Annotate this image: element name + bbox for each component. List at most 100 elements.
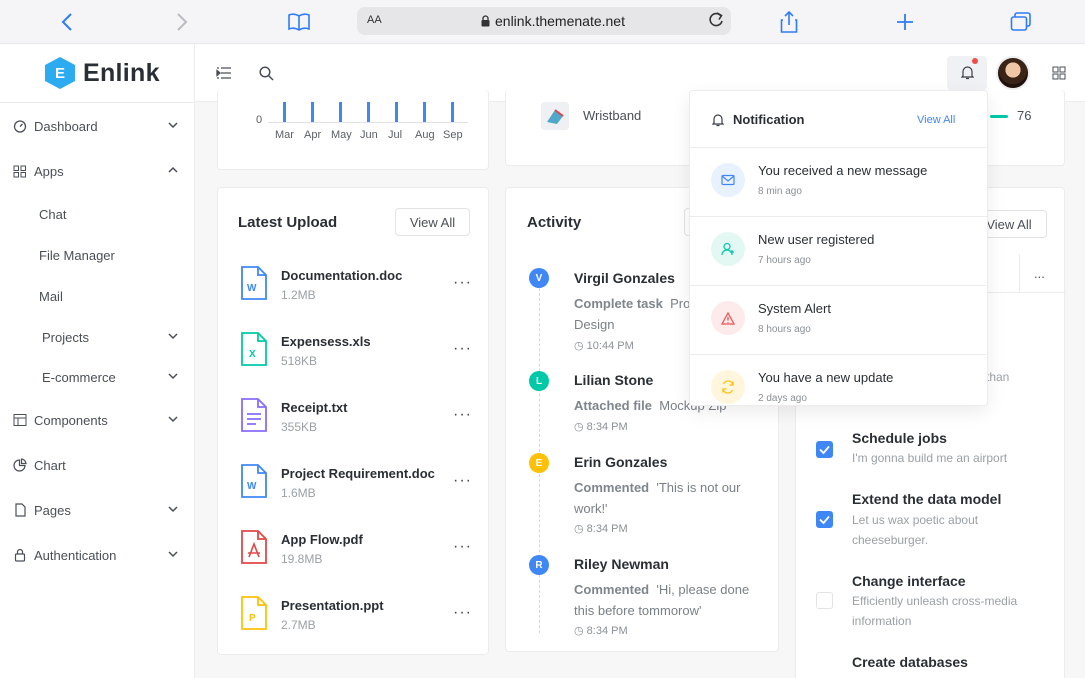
file-size: 1.2MB bbox=[281, 288, 316, 302]
activity-time: ◷ 8:34 PM bbox=[574, 625, 628, 637]
text-size-button[interactable]: AA bbox=[367, 14, 382, 26]
sidebar-item-label: Mail bbox=[39, 288, 63, 304]
task-title: Schedule jobs bbox=[852, 430, 947, 446]
file-name: App Flow.pdf bbox=[281, 532, 363, 547]
latest-upload-card: Latest Upload View All W Documentation.d… bbox=[217, 187, 489, 655]
search-icon[interactable] bbox=[257, 64, 275, 82]
tab-divider bbox=[1019, 254, 1020, 292]
x-axis-tick: Sep bbox=[443, 129, 463, 141]
activity-detail-line2: Design bbox=[574, 317, 615, 332]
task-title: Create databases bbox=[852, 654, 968, 670]
lock-icon bbox=[481, 14, 490, 32]
activity-detail-line2: this before tommorow' bbox=[574, 603, 702, 618]
time-value: 8:34 PM bbox=[586, 523, 628, 535]
excel-file-icon: X bbox=[241, 332, 267, 366]
notification-time: 8 min ago bbox=[758, 186, 802, 197]
file-row[interactable]: X Expensess.xls 518KB ··· bbox=[218, 332, 488, 382]
sidebar-item-file-manager[interactable]: File Manager bbox=[0, 240, 195, 270]
forward-icon[interactable] bbox=[170, 10, 194, 34]
sidebar-item-label: Pages bbox=[34, 502, 71, 518]
task-checkbox[interactable] bbox=[816, 592, 833, 609]
notification-item[interactable]: System Alert 8 hours ago bbox=[690, 286, 987, 355]
sidebar-item-pages[interactable]: Pages bbox=[0, 495, 195, 525]
reload-icon[interactable] bbox=[707, 11, 725, 34]
x-axis-tick: Jul bbox=[388, 129, 403, 141]
activity-detail: 'Hi, please done bbox=[656, 582, 750, 597]
address-bar[interactable]: AA enlink.themenate.net bbox=[357, 7, 731, 35]
file-row[interactable]: W Documentation.doc 1.2MB ··· bbox=[218, 266, 488, 316]
notification-item[interactable]: You received a new message 8 min ago bbox=[690, 148, 987, 217]
apps-grid-icon[interactable] bbox=[1051, 65, 1067, 81]
task-checkbox[interactable] bbox=[816, 511, 833, 528]
sidebar-item-label: Chart bbox=[34, 457, 66, 473]
notification-dot bbox=[972, 58, 978, 64]
product-name: Wristband bbox=[583, 108, 642, 123]
notification-item[interactable]: New user registered 7 hours ago bbox=[690, 217, 987, 286]
file-row[interactable]: W Project Requirement.doc 1.6MB ··· bbox=[218, 464, 488, 514]
menu-toggle-icon[interactable] bbox=[215, 64, 233, 82]
divider bbox=[0, 102, 195, 103]
time-value: 10:44 PM bbox=[586, 340, 634, 352]
x-axis-tick: Apr bbox=[304, 129, 322, 141]
logo-text: Enlink bbox=[83, 58, 160, 87]
notification-button[interactable] bbox=[947, 56, 987, 90]
notification-view-all-link[interactable]: View All bbox=[917, 114, 955, 126]
sidebar-item-mail[interactable]: Mail bbox=[0, 281, 195, 311]
more-options-icon[interactable]: ··· bbox=[453, 340, 472, 358]
bell-icon bbox=[712, 114, 724, 127]
notification-item[interactable]: You have a new update 2 days ago bbox=[690, 355, 987, 405]
back-icon[interactable] bbox=[55, 10, 79, 34]
chart-bar bbox=[423, 102, 426, 122]
activity-action: Complete task bbox=[574, 296, 663, 311]
file-name: Presentation.ppt bbox=[281, 598, 384, 613]
x-axis-tick: Mar bbox=[275, 129, 294, 141]
url-text: enlink.themenate.net bbox=[495, 13, 625, 29]
tabs-overview-icon[interactable] bbox=[1009, 10, 1033, 34]
more-options-icon[interactable]: ··· bbox=[453, 472, 472, 490]
chevron-down-icon bbox=[168, 122, 178, 129]
tasks-more-icon[interactable]: ... bbox=[1034, 266, 1045, 281]
view-all-button[interactable]: View All bbox=[395, 208, 470, 236]
logo[interactable]: E Enlink bbox=[45, 56, 160, 90]
sidebar-item-chat[interactable]: Chat bbox=[0, 199, 195, 229]
notification-time: 7 hours ago bbox=[758, 255, 811, 266]
activity-action: Commented bbox=[574, 582, 650, 597]
file-row[interactable]: P Presentation.ppt 2.7MB ··· bbox=[218, 596, 488, 646]
sidebar-item-dashboard[interactable]: Dashboard bbox=[0, 111, 195, 141]
sidebar-item-apps[interactable]: Apps bbox=[0, 156, 195, 186]
check-icon bbox=[819, 515, 830, 525]
more-options-icon[interactable]: ··· bbox=[453, 604, 472, 622]
sidebar-item-components[interactable]: Components bbox=[0, 405, 195, 435]
word-file-icon: W bbox=[241, 464, 267, 498]
sidebar-item-projects[interactable]: Projects bbox=[0, 322, 195, 352]
file-row[interactable]: App Flow.pdf 19.8MB ··· bbox=[218, 530, 488, 580]
more-options-icon[interactable]: ··· bbox=[453, 406, 472, 424]
sidebar-item-label: Apps bbox=[34, 163, 64, 179]
share-icon[interactable] bbox=[777, 10, 801, 34]
task-checkbox[interactable] bbox=[816, 441, 833, 458]
word-file-icon: W bbox=[241, 266, 267, 300]
file-size: 1.6MB bbox=[281, 486, 316, 500]
new-tab-icon[interactable] bbox=[893, 10, 917, 34]
pdf-file-icon bbox=[241, 530, 267, 564]
browser-toolbar: AA enlink.themenate.net bbox=[0, 0, 1085, 44]
notification-time: 8 hours ago bbox=[758, 324, 811, 335]
more-options-icon[interactable]: ··· bbox=[453, 274, 472, 292]
sidebar-item-ecommerce[interactable]: E-commerce bbox=[0, 362, 195, 392]
file-name: Expensess.xls bbox=[281, 334, 371, 349]
bookmarks-icon[interactable] bbox=[287, 10, 311, 34]
file-name: Receipt.txt bbox=[281, 400, 348, 415]
x-axis-tick: May bbox=[331, 129, 352, 141]
avatar[interactable] bbox=[996, 56, 1030, 90]
sidebar-item-authentication[interactable]: Authentication bbox=[0, 540, 195, 570]
notification-time: 2 days ago bbox=[758, 393, 807, 404]
activity-time: ◷ 8:34 PM bbox=[574, 523, 628, 535]
svg-text:P: P bbox=[249, 613, 256, 624]
activity-avatar: E bbox=[529, 453, 549, 473]
more-options-icon[interactable]: ··· bbox=[453, 538, 472, 556]
sidebar-item-chart[interactable]: Chart bbox=[0, 450, 195, 480]
components-icon bbox=[13, 414, 27, 426]
activity-avatar: R bbox=[529, 555, 549, 575]
chart-bar bbox=[367, 102, 370, 122]
file-row[interactable]: Receipt.txt 355KB ··· bbox=[218, 398, 488, 448]
